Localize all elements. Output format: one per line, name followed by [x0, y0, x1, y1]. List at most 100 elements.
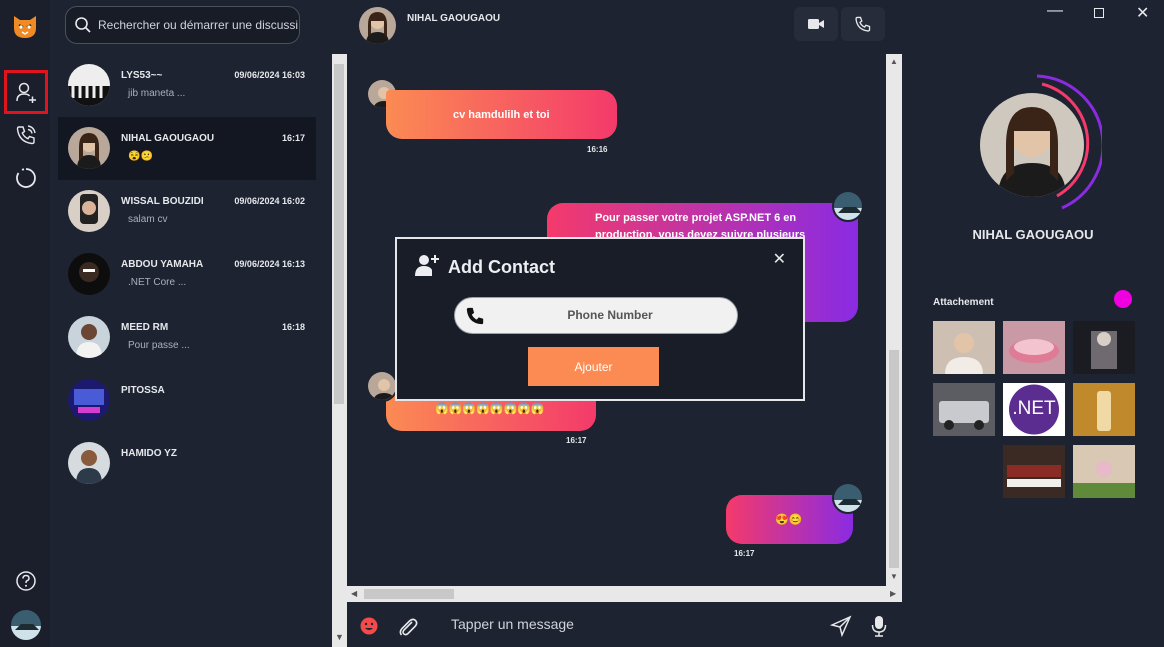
attachment-thumbnail[interactable]: .NET — [1003, 383, 1065, 436]
video-call-button[interactable] — [794, 7, 838, 41]
contacts-panel: LYS53~~ 09/06/2024 16:03 jib maneta ... … — [50, 0, 332, 647]
contact-name: ABDOU YAMAHA — [121, 259, 204, 270]
attachment-thumbnail[interactable] — [1073, 445, 1135, 498]
contact-item[interactable]: PITOSSA — [58, 369, 316, 432]
message-text: cv hamdulilh et toi — [453, 109, 550, 121]
message-time: 16:16 — [587, 145, 608, 154]
chevron-right-icon[interactable]: ▶ — [890, 589, 896, 598]
phone-field[interactable] — [454, 297, 738, 334]
contact-name: WISSAL BOUZIDI — [121, 196, 204, 207]
attachment-thumbnail[interactable] — [933, 321, 995, 374]
scrollbar-thumb[interactable] — [334, 64, 344, 404]
search-box[interactable] — [65, 6, 300, 44]
phone-call-icon — [16, 125, 36, 145]
minimize-button[interactable]: — — [1047, 2, 1063, 20]
logo-tiger-icon — [11, 12, 39, 40]
user-avatar-icon — [11, 610, 41, 640]
calls-nav-button[interactable] — [4, 113, 48, 157]
chevron-down-icon[interactable]: ▼ — [335, 632, 344, 642]
dotnet-logo-text: .NET — [1012, 398, 1056, 419]
contact-time: 16:17 — [281, 133, 305, 143]
my-profile-button[interactable] — [4, 603, 48, 647]
contact-item[interactable]: ABDOU YAMAHA 09/06/2024 16:13 .NET Core … — [58, 243, 316, 306]
attachment-thumbnail[interactable] — [1073, 321, 1135, 374]
attach-button[interactable] — [397, 616, 419, 643]
chat-contact-name: NIHAL GAOUGAOU — [407, 13, 501, 24]
voice-call-button[interactable] — [841, 7, 885, 41]
chevron-up-icon[interactable]: ▲ — [890, 57, 898, 66]
contact-time: 09/06/2024 16:02 — [234, 196, 305, 206]
search-input[interactable] — [98, 18, 298, 32]
search-icon — [75, 17, 91, 33]
message-text: 😍😊 — [775, 514, 803, 526]
contact-name: NIHAL GAOUGAOU — [121, 133, 215, 144]
status-dot — [1114, 290, 1132, 308]
message-bubble: cv hamdulilh et toi — [386, 90, 617, 139]
dialog-title: Add Contact — [448, 257, 555, 277]
contact-name: LYS53~~ — [121, 70, 163, 81]
avatar — [68, 379, 110, 421]
add-contact-submit-button[interactable]: Ajouter — [528, 347, 659, 386]
voice-record-button[interactable] — [871, 615, 887, 642]
contact-item-selected[interactable]: NIHAL GAOUGAOU 16:17 😵😕 — [58, 117, 316, 180]
contact-item[interactable]: MEED RM 16:18 Pour passe ... — [58, 306, 316, 369]
sender-avatar — [366, 370, 398, 402]
composer — [347, 604, 902, 647]
close-window-button[interactable]: ✕ — [1136, 3, 1149, 23]
profile-avatar — [980, 93, 1084, 197]
chevron-left-icon[interactable]: ◀ — [351, 589, 357, 598]
avatar — [68, 253, 110, 295]
contact-time: 09/06/2024 16:03 — [234, 70, 305, 80]
emoji-button[interactable] — [360, 617, 378, 640]
help-button[interactable] — [4, 559, 48, 603]
contact-item[interactable]: HAMIDO YZ — [58, 432, 316, 495]
attachment-thumbnail[interactable] — [1003, 321, 1065, 374]
contact-name: HAMIDO YZ — [121, 448, 177, 459]
close-icon[interactable]: ✕ — [773, 249, 786, 269]
phone-number-input[interactable] — [495, 308, 725, 322]
contact-preview: .NET Core ... — [128, 277, 187, 288]
send-icon — [829, 615, 852, 638]
status-ring-icon — [16, 168, 36, 188]
avatar — [68, 442, 110, 484]
add-user-icon — [415, 255, 439, 276]
emoji-icon — [360, 617, 378, 635]
add-contact-dialog: Add Contact ✕ Ajouter — [395, 237, 805, 401]
message-time: 16:17 — [734, 549, 755, 558]
contact-list: LYS53~~ 09/06/2024 16:03 jib maneta ... … — [58, 54, 316, 495]
avatar — [68, 316, 110, 358]
message-vertical-scrollbar[interactable]: ▲ ▼ — [886, 54, 902, 586]
status-nav-button[interactable] — [4, 156, 48, 200]
scrollbar-thumb[interactable] — [889, 350, 899, 568]
nav-rail — [0, 0, 50, 647]
contact-item[interactable]: WISSAL BOUZIDI 09/06/2024 16:02 salam cv — [58, 180, 316, 243]
chevron-down-icon[interactable]: ▼ — [890, 572, 898, 581]
contact-time: 09/06/2024 16:13 — [234, 259, 305, 269]
message-horizontal-scrollbar[interactable]: ◀ ▶ — [347, 586, 902, 602]
video-camera-icon — [808, 19, 824, 29]
attachment-thumbnail[interactable] — [933, 383, 995, 436]
contact-name: MEED RM — [121, 322, 169, 333]
add-contact-nav-button[interactable] — [4, 70, 48, 114]
attachment-thumbnail[interactable] — [1003, 445, 1065, 498]
contact-name: PITOSSA — [121, 385, 165, 396]
paperclip-icon — [399, 618, 418, 636]
contact-time: 16:18 — [281, 322, 305, 332]
message-text: 😱😱😱😱😱😱😱😱 — [435, 403, 545, 415]
maximize-button[interactable] — [1094, 8, 1104, 18]
attachments-label: Attachement — [933, 297, 994, 308]
sender-avatar — [832, 482, 864, 514]
scrollbar-thumb[interactable] — [364, 589, 454, 599]
sender-avatar — [832, 190, 864, 222]
contact-item[interactable]: LYS53~~ 09/06/2024 16:03 jib maneta ... — [58, 54, 316, 117]
message-input[interactable] — [451, 616, 811, 632]
avatar — [68, 190, 110, 232]
avatar — [68, 64, 110, 106]
contacts-scrollbar[interactable]: ▼ — [332, 54, 347, 647]
contact-preview: jib maneta ... — [128, 88, 186, 99]
attachment-thumbnail[interactable] — [1073, 383, 1135, 436]
profile-name: NIHAL GAOUGAOU — [972, 227, 1094, 242]
send-button[interactable] — [829, 615, 852, 642]
app-window: LYS53~~ 09/06/2024 16:03 jib maneta ... … — [0, 0, 1164, 647]
add-contact-icon — [16, 82, 36, 103]
